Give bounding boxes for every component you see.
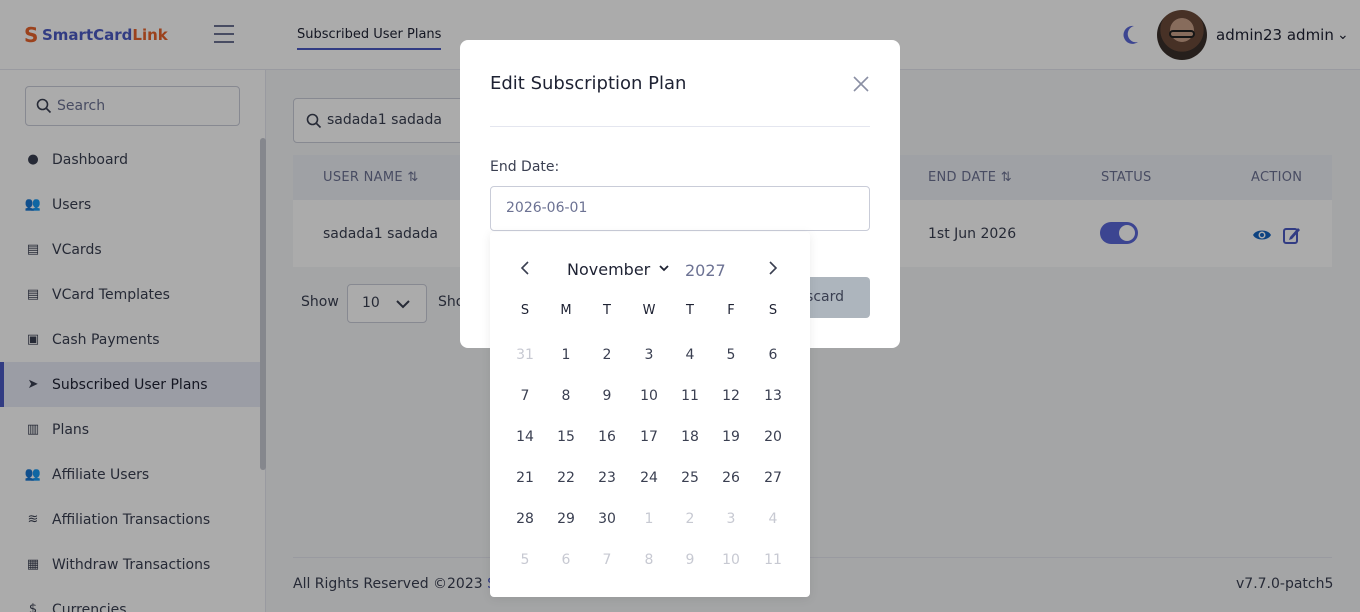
calendar-day[interactable]: 11: [758, 545, 788, 575]
calendar-day[interactable]: 4: [675, 340, 705, 370]
calendar-day[interactable]: 15: [551, 422, 581, 452]
calendar-day[interactable]: 1: [634, 504, 664, 534]
calendar-day[interactable]: 26: [716, 463, 746, 493]
calendar-day[interactable]: 28: [510, 504, 540, 534]
weekday-header: T: [603, 303, 611, 318]
calendar-day[interactable]: 11: [675, 381, 705, 411]
calendar-day[interactable]: 23: [592, 463, 622, 493]
chevron-right-icon[interactable]: [766, 260, 780, 276]
weekday-header: M: [560, 303, 572, 318]
calendar-day[interactable]: 9: [592, 381, 622, 411]
calendar-day[interactable]: 7: [510, 381, 540, 411]
weekday-header: T: [686, 303, 694, 318]
calendar-day[interactable]: 16: [592, 422, 622, 452]
calendar-day[interactable]: 10: [716, 545, 746, 575]
calendar-day[interactable]: 2: [592, 340, 622, 370]
calendar-day[interactable]: 9: [675, 545, 705, 575]
calendar-day[interactable]: 27: [758, 463, 788, 493]
chevron-down-icon[interactable]: [658, 262, 670, 274]
modal-divider: [490, 126, 870, 127]
calendar-day[interactable]: 18: [675, 422, 705, 452]
calendar-year-input[interactable]: 2027: [685, 261, 726, 280]
date-picker-calendar: November 2027 S M T W T F S 31 1 2 3 4 5 6 7 8 9 10 11 12 13…: [490, 232, 810, 597]
weekday-header: W: [642, 303, 656, 318]
end-date-input[interactable]: 2026-06-01: [490, 186, 870, 231]
weekday-header: S: [768, 303, 778, 318]
calendar-day[interactable]: 30: [592, 504, 622, 534]
calendar-day[interactable]: 6: [551, 545, 581, 575]
calendar-day[interactable]: 14: [510, 422, 540, 452]
calendar-day[interactable]: 10: [634, 381, 664, 411]
calendar-day[interactable]: 7: [592, 545, 622, 575]
calendar-day[interactable]: 21: [510, 463, 540, 493]
calendar-day[interactable]: 2: [675, 504, 705, 534]
calendar-day[interactable]: 24: [634, 463, 664, 493]
calendar-day[interactable]: 8: [551, 381, 581, 411]
end-date-label: End Date:: [490, 159, 560, 175]
calendar-day[interactable]: 8: [634, 545, 664, 575]
calendar-month-select[interactable]: November: [567, 260, 650, 279]
chevron-left-icon[interactable]: [518, 260, 532, 276]
calendar-day[interactable]: 31: [510, 340, 540, 370]
calendar-day[interactable]: 3: [716, 504, 746, 534]
calendar-day[interactable]: 6: [758, 340, 788, 370]
calendar-day[interactable]: 5: [716, 340, 746, 370]
calendar-day[interactable]: 1: [551, 340, 581, 370]
calendar-day[interactable]: 12: [716, 381, 746, 411]
calendar-day[interactable]: 3: [634, 340, 664, 370]
calendar-day[interactable]: 17: [634, 422, 664, 452]
close-icon[interactable]: [852, 75, 870, 93]
calendar-day[interactable]: 22: [551, 463, 581, 493]
calendar-day[interactable]: 20: [758, 422, 788, 452]
calendar-day[interactable]: 29: [551, 504, 581, 534]
calendar-day[interactable]: 5: [510, 545, 540, 575]
weekday-header: F: [727, 303, 735, 318]
calendar-day[interactable]: 13: [758, 381, 788, 411]
weekday-header: S: [520, 303, 530, 318]
end-date-value: 2026-06-01: [506, 200, 588, 216]
calendar-day[interactable]: 25: [675, 463, 705, 493]
modal-title: Edit Subscription Plan: [490, 73, 687, 94]
calendar-day[interactable]: 4: [758, 504, 788, 534]
calendar-day[interactable]: 19: [716, 422, 746, 452]
